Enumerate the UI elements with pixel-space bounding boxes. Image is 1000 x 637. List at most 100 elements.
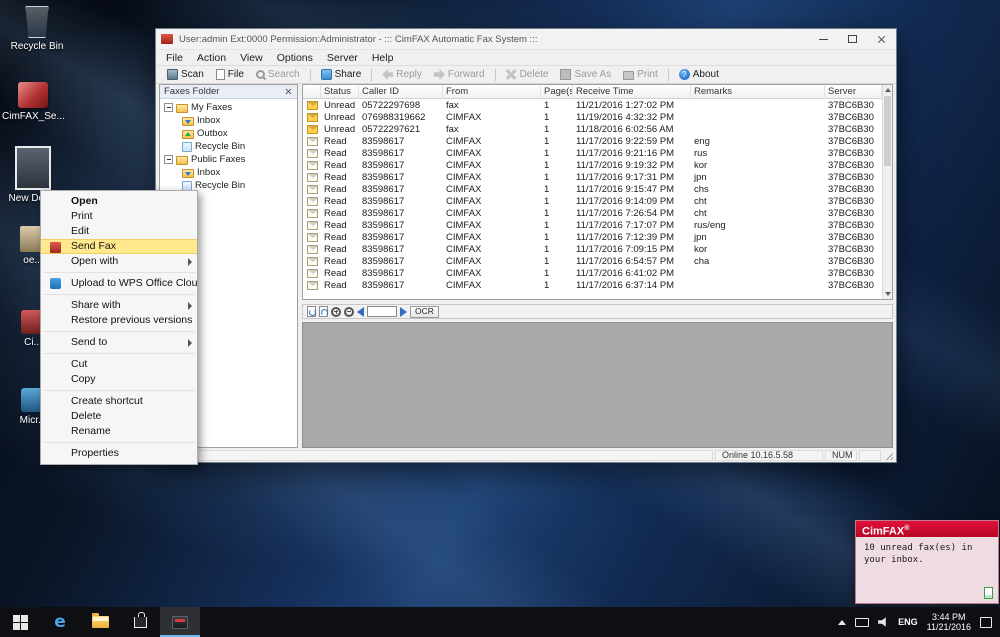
fax-row[interactable]: Read 83598617 CIMFAX 1 11/17/2016 7:09:1… [303,243,882,255]
close-panel-icon[interactable] [285,88,292,95]
menu-item[interactable]: File [159,52,190,64]
fax-row[interactable]: Read 83598617 CIMFAX 1 11/17/2016 9:21:1… [303,147,882,159]
scan-button[interactable]: Scan [161,68,210,81]
action-center-icon[interactable] [980,617,992,628]
context-menu-item[interactable]: Delete [41,409,197,424]
fax-row[interactable]: Unread 076988319662 CIMFAX 1 11/19/2016 … [303,111,882,123]
forward-button[interactable]: Forward [428,68,491,81]
menu-item[interactable]: Action [190,52,233,64]
tree-item[interactable]: My Faxes [160,101,297,114]
context-menu-item[interactable]: Print [41,209,197,224]
collapse-icon[interactable] [164,155,173,164]
column-header[interactable]: Receive Time [573,85,691,99]
column-header[interactable]: Status [321,85,359,99]
envelope-icon [307,125,318,134]
scroll-down-button[interactable] [883,289,892,299]
context-menu-item[interactable]: Send to [41,335,197,350]
context-menu-item[interactable]: Open with [41,254,197,269]
title-bar[interactable]: User:admin Ext:0000 Permission:Administr… [156,29,896,49]
column-header[interactable] [303,85,321,99]
rotate-right-icon[interactable] [319,306,328,317]
context-menu-item[interactable]: Copy [41,372,197,387]
fax-row[interactable]: Read 83598617 CIMFAX 1 11/17/2016 7:26:5… [303,207,882,219]
cimfax-taskbar-button[interactable] [160,607,200,637]
context-menu-item[interactable]: Send Fax [41,239,197,254]
column-header[interactable]: Server [825,85,882,99]
fax-row[interactable]: Read 83598617 CIMFAX 1 11/17/2016 6:54:5… [303,255,882,267]
tree-item[interactable]: Inbox [160,166,297,179]
file-explorer-taskbar-button[interactable] [80,607,120,637]
menu-item[interactable]: Help [365,52,401,64]
context-menu-item[interactable]: Edit [41,224,197,239]
edge-taskbar-button[interactable]: e [40,607,80,637]
tree-item[interactable]: Recycle Bin [160,140,297,153]
desktop-icon[interactable]: Recycle Bin [6,6,68,53]
touch-keyboard-icon[interactable] [855,618,869,627]
rotate-left-icon[interactable] [307,306,316,317]
language-indicator[interactable]: ENG [898,617,918,627]
fax-row[interactable]: Read 83598617 CIMFAX 1 11/17/2016 7:17:0… [303,219,882,231]
close-button[interactable] [867,29,896,49]
context-menu-item[interactable]: Create shortcut [41,394,197,409]
print-button[interactable]: Print [617,68,664,81]
about-button[interactable]: About [673,68,725,81]
tree-item[interactable]: Public Faxes [160,153,297,166]
fax-row[interactable]: Read 83598617 CIMFAX 1 11/17/2016 6:37:1… [303,279,882,291]
delete-button[interactable]: Delete [500,68,555,81]
store-taskbar-button[interactable] [120,607,160,637]
maximize-button[interactable] [838,29,867,49]
fax-row[interactable]: Read 83598617 CIMFAX 1 11/17/2016 9:15:4… [303,183,882,195]
toolbar: Scan File Search [156,66,896,84]
fax-row[interactable]: Read 83598617 CIMFAX 1 11/17/2016 9:14:0… [303,195,882,207]
share-button[interactable]: Share [315,68,368,81]
context-menu-item[interactable]: Restore previous versions [41,313,197,328]
fax-row[interactable]: Unread 05722297698 fax 1 11/21/2016 1:27… [303,99,882,111]
from-cell: CIMFAX [443,268,541,279]
scroll-thumb[interactable] [884,96,891,166]
resize-grip[interactable] [883,450,893,460]
fax-row[interactable]: Read 83598617 CIMFAX 1 11/17/2016 9:19:3… [303,159,882,171]
prev-page-icon[interactable] [357,307,364,317]
menu-item[interactable]: Options [270,52,320,64]
zoom-out-icon[interactable] [344,307,354,317]
context-menu-item[interactable]: Properties [41,446,197,461]
file-button[interactable]: File [210,68,250,81]
speaker-icon[interactable] [878,617,889,627]
fax-row[interactable]: Unread 05722297621 fax 1 11/18/2016 6:02… [303,123,882,135]
start-button[interactable] [0,607,40,637]
column-header[interactable]: Remarks [691,85,825,99]
context-menu-item[interactable]: Share with [41,298,197,313]
search-button[interactable]: Search [250,68,306,81]
page-number-input[interactable] [367,306,397,317]
collapse-icon[interactable] [164,103,173,112]
ocr-button[interactable]: OCR [410,306,439,318]
clock[interactable]: 3:44 PM 11/21/2016 [927,612,971,632]
tray-expand-icon[interactable] [838,620,846,625]
reply-button[interactable]: Reply [376,68,428,81]
scroll-up-button[interactable] [883,85,892,95]
column-header[interactable]: Page(s) [541,85,573,99]
fax-row[interactable]: Read 83598617 CIMFAX 1 11/17/2016 7:12:3… [303,231,882,243]
fax-row[interactable]: Read 83598617 CIMFAX 1 11/17/2016 9:17:3… [303,171,882,183]
zoom-in-icon[interactable] [331,307,341,317]
save-as-button[interactable]: Save As [554,68,617,81]
desktop-icon[interactable]: CimFAX_Se... [2,82,64,123]
context-menu-item[interactable]: Cut [41,357,197,372]
fax-document-icon[interactable] [984,587,993,599]
minimize-button[interactable] [809,29,838,49]
column-header[interactable]: From [443,85,541,99]
context-menu-item[interactable]: Rename [41,424,197,439]
tree-item[interactable]: Outbox [160,127,297,140]
context-menu-item[interactable]: Upload to WPS Office Cloud [41,276,197,291]
fax-row[interactable]: Read 83598617 CIMFAX 1 11/17/2016 9:22:5… [303,135,882,147]
cimfax-icon [172,616,188,629]
vertical-scrollbar[interactable] [882,85,892,299]
notification-popup[interactable]: CimFAX® 10 unread fax(es) in your inbox. [855,520,999,604]
context-menu-item[interactable]: Open [41,194,197,209]
column-header[interactable]: Caller ID [359,85,443,99]
menu-item[interactable]: Server [320,52,365,64]
fax-row[interactable]: Read 83598617 CIMFAX 1 11/17/2016 6:41:0… [303,267,882,279]
next-page-icon[interactable] [400,307,407,317]
tree-item[interactable]: Inbox [160,114,297,127]
menu-item[interactable]: View [233,52,270,64]
